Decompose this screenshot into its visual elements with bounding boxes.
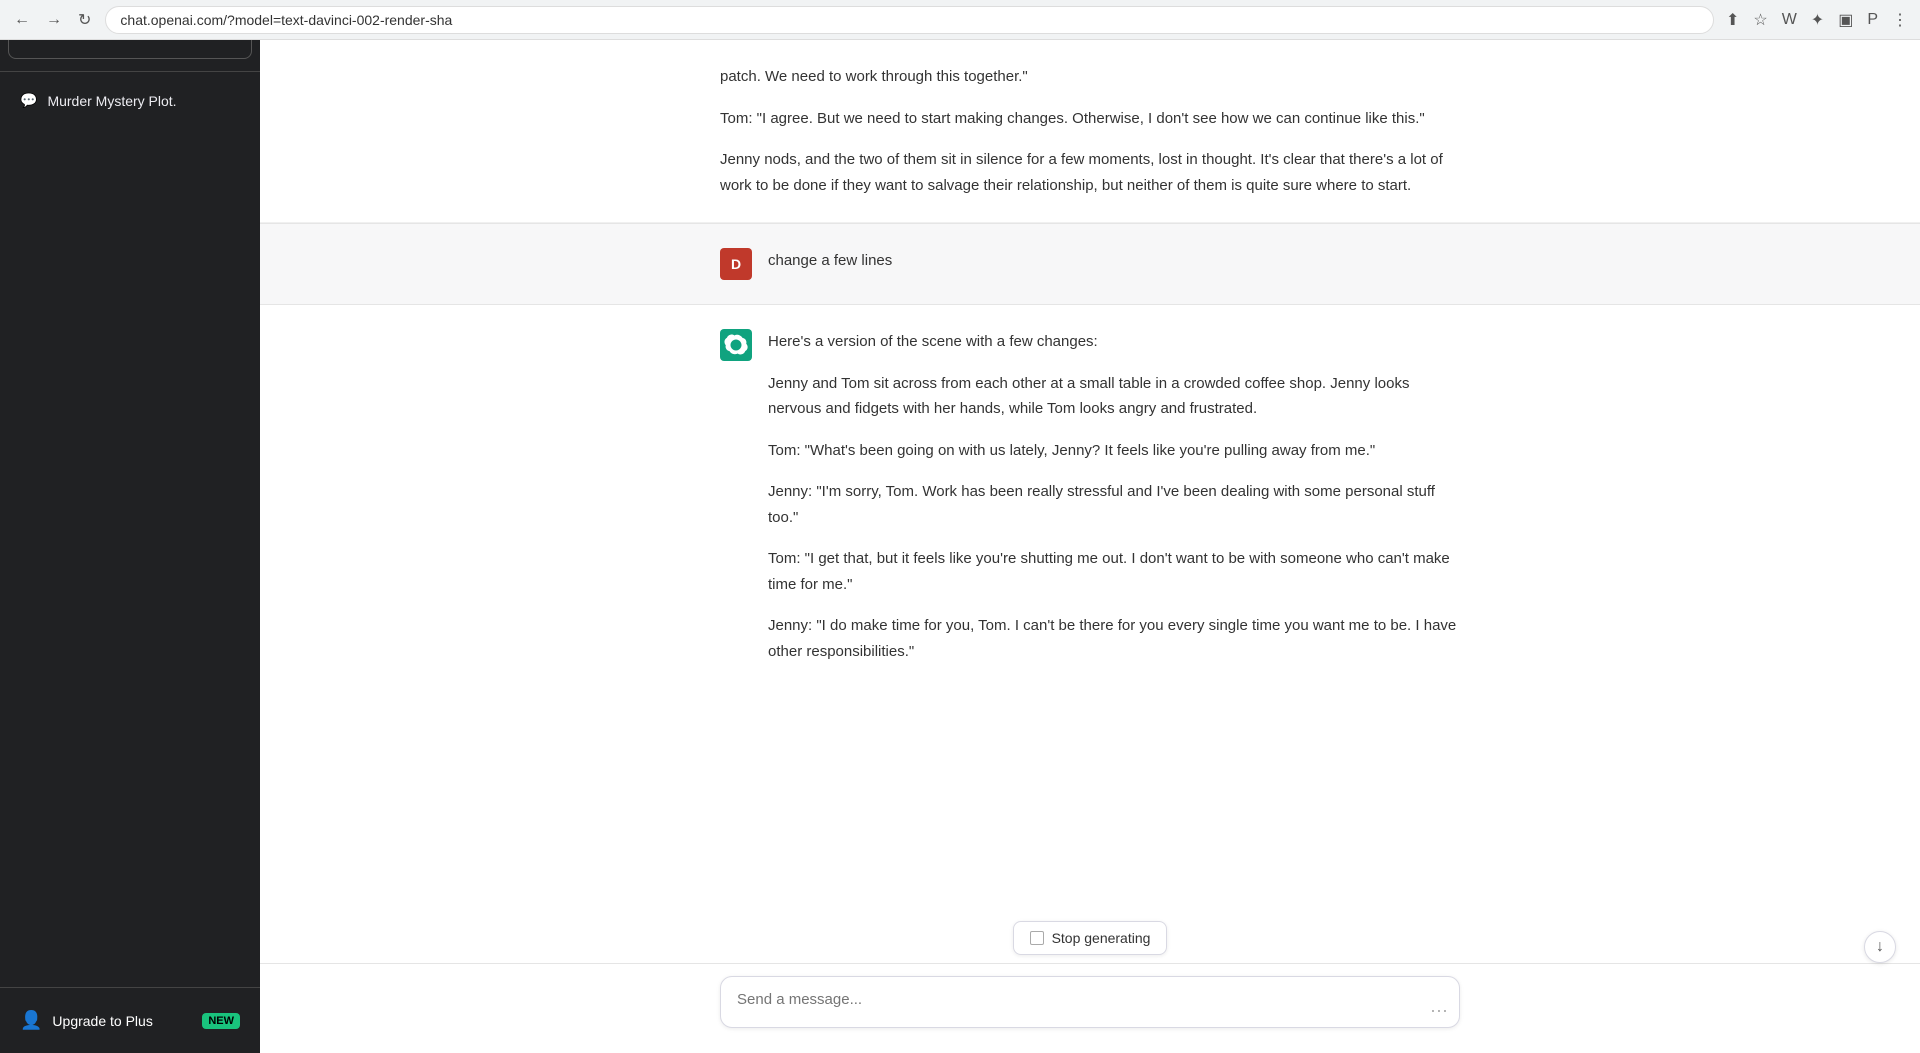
sidebar-history: 💬 Murder Mystery Plot. ✏ 🗑 [0,72,260,987]
prev-para-2: Tom: "I agree. But we need to start maki… [720,106,1460,132]
main-wrapper: patch. We need to work through this toge… [260,40,1920,1053]
user-avatar: D [720,248,752,280]
stop-checkbox-icon [1030,931,1044,945]
user-message-text: change a few lines [768,248,892,269]
user-message-inner: D change a few lines [720,248,1460,280]
history-item-left: 💬 Murder Mystery Plot. [20,92,177,109]
ai-message-row: Here's a version of the scene with a few… [260,305,1920,688]
user-icon: 👤 [20,1010,42,1031]
url-bar[interactable]: chat.openai.com/?model=text-davinci-002-… [105,6,1714,34]
ai-para-3: Jenny: "I'm sorry, Tom. Work has been re… [768,479,1460,530]
edit-chat-button[interactable]: ✏ [196,90,212,111]
history-item-murder-mystery[interactable]: 💬 Murder Mystery Plot. ✏ 🗑 [8,80,252,121]
menu-button[interactable]: ⋮ [1888,6,1912,34]
back-button[interactable]: ← [8,6,36,34]
ai-message-inner: Here's a version of the scene with a few… [720,329,1460,664]
content-area: patch. We need to work through this toge… [260,40,1920,1053]
ai-para-2: Tom: "What's been going on with us latel… [768,438,1460,464]
ai-intro: Here's a version of the scene with a few… [768,329,1460,355]
stop-generating-button[interactable]: Stop generating [1013,921,1168,955]
ai-para-4: Tom: "I get that, but it feels like you'… [768,546,1460,597]
previous-response-text: patch. We need to work through this toge… [720,64,1460,198]
upgrade-label: Upgrade to Plus [52,1013,152,1029]
input-inner: ··· [720,976,1460,1033]
input-actions: ··· [1430,1000,1448,1021]
prev-para-3: Jenny nods, and the two of them sit in s… [720,147,1460,198]
ai-avatar [720,329,752,361]
reload-button[interactable]: ↻ [72,6,97,34]
stop-generating-label: Stop generating [1052,930,1151,946]
stop-generating-wrapper: Stop generating [260,921,1920,955]
more-options-button[interactable]: ··· [1430,1000,1448,1021]
ai-para-5: Jenny: "I do make time for you, Tom. I c… [768,613,1460,664]
bookmark-button[interactable]: ☆ [1749,6,1771,34]
browser-bar: ← → ↻ chat.openai.com/?model=text-davinc… [0,0,1920,40]
browser-actions: ⬆ ☆ W ✦ ▣ P ⋮ [1722,6,1912,34]
extension1-button[interactable]: W [1778,7,1801,33]
sidebar: + New chat 💬 Murder Mystery Plot. ✏ 🗑 👤 … [0,0,260,1053]
input-area: ··· [260,963,1920,1053]
upgrade-left: 👤 Upgrade to Plus [20,1010,153,1031]
profile-button[interactable]: P [1863,7,1882,33]
ai-message-text: Here's a version of the scene with a few… [768,329,1460,664]
browser-navigation: ← → ↻ [8,6,97,34]
chat-icon: 💬 [20,92,37,109]
user-message-row: D change a few lines [260,224,1920,304]
forward-button[interactable]: → [40,6,68,34]
upgrade-button[interactable]: 👤 Upgrade to Plus NEW [8,1000,252,1041]
url-text: chat.openai.com/?model=text-davinci-002-… [120,12,1699,28]
sidebar-bottom: 👤 Upgrade to Plus NEW [0,987,260,1053]
scroll-down-button[interactable]: ↓ [1864,931,1896,963]
main-content: patch. We need to work through this toge… [260,40,1920,913]
delete-chat-button[interactable]: 🗑 [218,90,240,111]
message-input[interactable] [720,976,1460,1028]
openai-logo-icon [724,333,748,357]
history-item-label: Murder Mystery Plot. [47,93,176,109]
share-button[interactable]: ⬆ [1722,6,1743,34]
previous-response: patch. We need to work through this toge… [260,40,1920,223]
extension3-button[interactable]: ▣ [1834,6,1857,34]
prev-para-1: patch. We need to work through this toge… [720,64,1460,90]
extension2-button[interactable]: ✦ [1807,6,1828,34]
new-badge: NEW [202,1013,240,1029]
ai-para-1: Jenny and Tom sit across from each other… [768,371,1460,422]
